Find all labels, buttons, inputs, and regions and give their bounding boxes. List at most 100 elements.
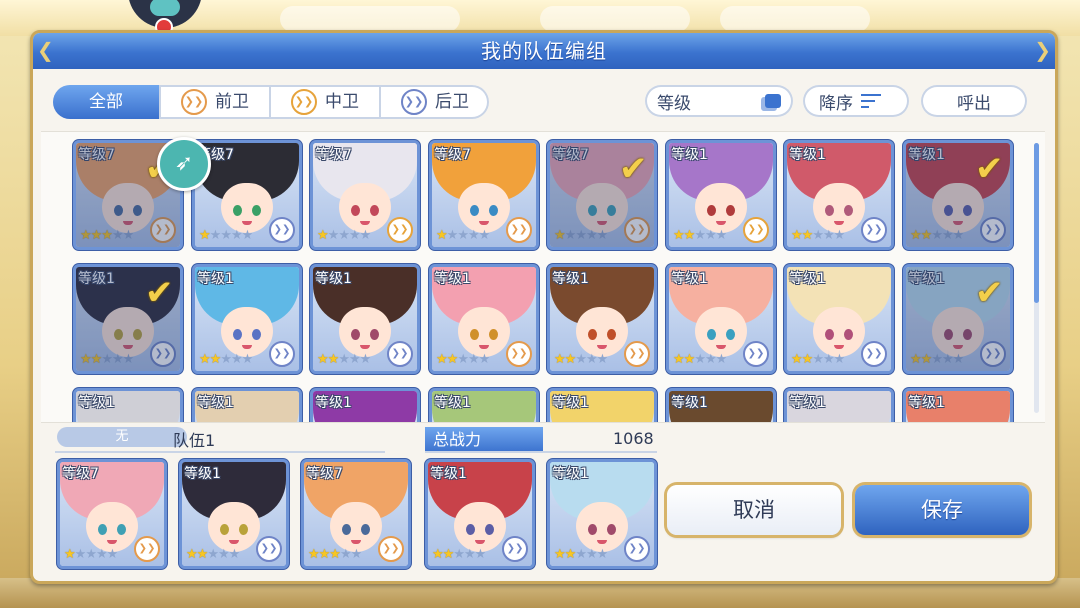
level-label: 等级1 bbox=[789, 147, 826, 163]
star-rating: ★★★★★ bbox=[791, 228, 845, 243]
portrait-face bbox=[221, 183, 273, 233]
character-card[interactable]: 等级1 ★★★★★ ❯❯ bbox=[429, 264, 539, 374]
total-power-value: 1068 bbox=[613, 429, 654, 448]
level-sort-label: 等级 bbox=[657, 93, 691, 114]
portrait-mouth bbox=[953, 345, 963, 349]
portrait-face bbox=[813, 307, 865, 357]
level-label: 等级1 bbox=[78, 271, 115, 287]
portrait-mouth bbox=[716, 345, 726, 349]
portrait-eye bbox=[963, 329, 972, 340]
back-role-icon: ❯❯ bbox=[269, 217, 295, 243]
front-role-icon: ❯❯ bbox=[624, 341, 650, 367]
portrait-face bbox=[932, 183, 984, 233]
scrollbar-thumb[interactable] bbox=[1034, 143, 1039, 303]
character-card[interactable]: 等级1 bbox=[429, 388, 539, 422]
save-button[interactable]: 保存 bbox=[855, 485, 1029, 535]
star-rating: ★★★★★ bbox=[910, 228, 964, 243]
portrait-eye bbox=[588, 205, 597, 216]
front-role-icon: ❯❯ bbox=[506, 341, 532, 367]
star-rating: ★★★★★ bbox=[80, 352, 134, 367]
level-label: 等级1 bbox=[434, 271, 471, 287]
portrait-face bbox=[339, 183, 391, 233]
level-label: 等级7 bbox=[315, 147, 352, 163]
character-card[interactable]: 等级1 bbox=[192, 388, 302, 422]
character-card[interactable]: 等级1 bbox=[666, 388, 776, 422]
call-button[interactable]: 呼出 bbox=[921, 85, 1027, 117]
front-role-icon: ❯❯ bbox=[624, 217, 650, 243]
character-card[interactable]: 等级1 ★★★★★ ❯❯ bbox=[310, 264, 420, 374]
cancel-button[interactable]: 取消 bbox=[667, 485, 841, 535]
portrait-eye bbox=[489, 329, 498, 340]
top-menu-button bbox=[280, 6, 460, 32]
team-member-card[interactable]: 等级1 ★★★★★ ❯❯ bbox=[547, 459, 657, 569]
star-rating: ★★★★★ bbox=[554, 547, 608, 562]
character-card[interactable]: 等级1 bbox=[903, 388, 1013, 422]
tab-front[interactable]: ❯❯ 前卫 bbox=[161, 85, 271, 119]
portrait-eye bbox=[114, 205, 123, 216]
level-label: 等级1 bbox=[789, 395, 826, 411]
star-rating: ★★★★★ bbox=[64, 547, 118, 562]
portrait-eye bbox=[844, 205, 853, 216]
portrait-eye bbox=[351, 205, 360, 216]
character-card[interactable]: 等级1 bbox=[310, 388, 420, 422]
team-member-card[interactable]: 等级1 ★★★★★ ❯❯ bbox=[179, 459, 289, 569]
team-member-card[interactable]: 等级7 ★★★★★ ❯❯ bbox=[57, 459, 167, 569]
team-group-badge: 无 bbox=[57, 427, 187, 447]
portrait-eye bbox=[342, 524, 351, 535]
back-role-icon: ❯❯ bbox=[624, 536, 650, 562]
back-role-icon: ❯❯ bbox=[256, 536, 282, 562]
back-role-icon: ❯❯ bbox=[387, 341, 413, 367]
team-member-card[interactable]: 等级1 ★★★★★ ❯❯ bbox=[425, 459, 535, 569]
tab-all[interactable]: 全部 bbox=[53, 85, 161, 119]
character-card[interactable]: 等级1 bbox=[547, 388, 657, 422]
character-card[interactable]: 等级1 ★★★★★ ❯❯ bbox=[192, 264, 302, 374]
star-rating: ★★★★★ bbox=[308, 547, 362, 562]
portrait-face bbox=[695, 307, 747, 357]
checkmark-icon: ✔ bbox=[975, 273, 1004, 313]
level-label: 等级1 bbox=[184, 466, 221, 482]
portrait-face bbox=[339, 307, 391, 357]
level-label: 等级1 bbox=[78, 395, 115, 411]
back-role-icon: ❯❯ bbox=[401, 89, 427, 115]
star-rating: ★★★★★ bbox=[199, 228, 253, 243]
character-card[interactable]: 等级1 ★★★★★ ❯❯ bbox=[666, 140, 776, 250]
team-edit-dialog: ❮ 我的队伍编组 ❯ 全部 ❯❯ 前卫 ❯❯ 中卫 ❯❯ 后卫 等级 降序 呼出 等级… bbox=[30, 30, 1058, 584]
character-card[interactable]: 等级1 ★★★★★ ❯❯ bbox=[784, 264, 894, 374]
back-role-icon: ❯❯ bbox=[861, 341, 887, 367]
character-card[interactable]: 等级1 ★★★★★ ❯❯ bbox=[784, 140, 894, 250]
portrait-mouth bbox=[242, 345, 252, 349]
portrait-mouth bbox=[351, 540, 361, 544]
portrait-mouth bbox=[716, 221, 726, 225]
star-rating: ★★★★★ bbox=[791, 352, 845, 367]
character-card[interactable]: 等级1 bbox=[784, 388, 894, 422]
character-card[interactable]: 等级7 ★★★★★ ❯❯ bbox=[310, 140, 420, 250]
tab-back[interactable]: ❯❯ 后卫 bbox=[381, 85, 489, 119]
rocket-icon[interactable]: ➶ bbox=[157, 137, 211, 191]
portrait-eye bbox=[252, 205, 261, 216]
dialog-titlebar: ❮ 我的队伍编组 ❯ bbox=[33, 33, 1055, 69]
portrait-eye bbox=[963, 205, 972, 216]
tab-all-label: 全部 bbox=[89, 92, 123, 112]
back-role-icon: ❯❯ bbox=[269, 341, 295, 367]
character-card[interactable]: 等级1 ★★★★★ ❯❯ bbox=[547, 264, 657, 374]
front-role-icon: ❯❯ bbox=[506, 217, 532, 243]
star-rating: ★★★★★ bbox=[436, 228, 490, 243]
front-role-icon: ❯❯ bbox=[134, 536, 160, 562]
level-sort-button[interactable]: 等级 bbox=[645, 85, 793, 117]
star-rating: ★★★★★ bbox=[199, 352, 253, 367]
portrait-eye bbox=[220, 524, 229, 535]
portrait-eye bbox=[607, 524, 616, 535]
team-name: 队伍1 bbox=[173, 431, 216, 450]
tab-middle[interactable]: ❯❯ 中卫 bbox=[271, 85, 381, 119]
character-card[interactable]: 等级1 bbox=[73, 388, 183, 422]
order-button[interactable]: 降序 bbox=[803, 85, 909, 117]
portrait-eye bbox=[825, 205, 834, 216]
portrait-face bbox=[576, 307, 628, 357]
portrait-eye bbox=[239, 524, 248, 535]
portrait-eye bbox=[607, 205, 616, 216]
team-member-card[interactable]: 等级7 ★★★★★ ❯❯ bbox=[301, 459, 411, 569]
level-label: 等级1 bbox=[434, 395, 471, 411]
character-card[interactable]: 等级7 ★★★★★ ❯❯ bbox=[429, 140, 539, 250]
character-card[interactable]: 等级1 ★★★★★ ❯❯ bbox=[666, 264, 776, 374]
portrait-eye bbox=[98, 524, 107, 535]
